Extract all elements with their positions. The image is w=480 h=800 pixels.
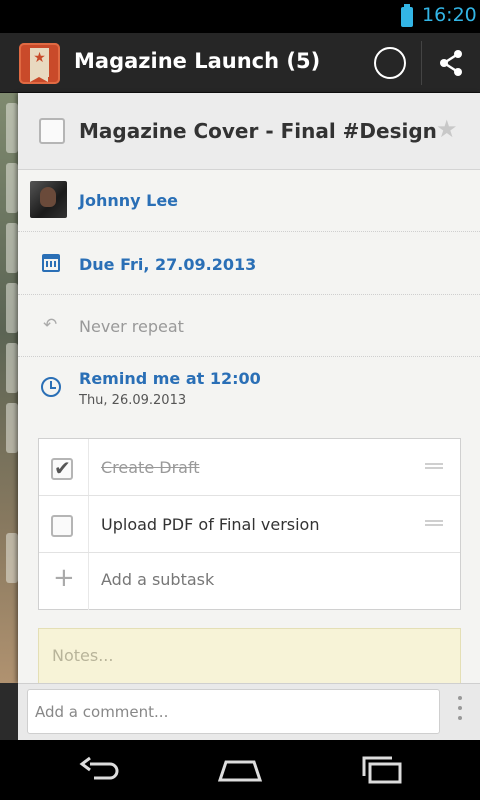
drag-handle-icon[interactable]	[425, 520, 443, 526]
calendar-icon	[42, 254, 60, 272]
reminder-date: Thu, 26.09.2013	[79, 393, 187, 408]
task-detail-panel: Magazine Cover - Final #Design ★ Johnny …	[18, 93, 480, 683]
comment-bar-edge	[0, 683, 18, 740]
share-icon[interactable]	[437, 49, 465, 77]
repeat-row[interactable]: ↶ Never repeat	[18, 295, 480, 357]
notes-field[interactable]: Notes...	[38, 628, 461, 683]
subtask-list: Create Draft Upload PDF of Final version…	[38, 438, 461, 610]
sync-icon[interactable]	[374, 47, 406, 79]
reminder-label: Remind me at 12:00	[79, 369, 261, 388]
app-logo-icon[interactable]: ★	[19, 43, 60, 84]
navigation-bar	[0, 740, 480, 800]
task-header: Magazine Cover - Final #Design ★	[18, 93, 480, 170]
add-subtask-row[interactable]: + Add a subtask	[39, 553, 460, 610]
reminder-row[interactable]: Remind me at 12:00 Thu, 26.09.2013	[18, 357, 480, 420]
plus-icon[interactable]: +	[53, 563, 75, 593]
assignee-row[interactable]: Johnny Lee	[18, 170, 480, 232]
recent-apps-icon[interactable]	[358, 754, 406, 786]
assignee-name: Johnny Lee	[79, 191, 179, 210]
comment-bar	[18, 683, 480, 740]
home-icon[interactable]	[216, 754, 264, 786]
notes-placeholder: Notes...	[52, 646, 114, 665]
comment-input[interactable]	[27, 689, 440, 734]
subtask-checkbox[interactable]	[51, 456, 73, 480]
back-icon[interactable]	[76, 754, 124, 786]
task-title[interactable]: Magazine Cover - Final #Design	[79, 119, 437, 143]
status-clock: 16:20	[422, 4, 477, 26]
repeat-icon: ↶	[43, 315, 58, 335]
action-divider	[421, 41, 422, 85]
star-icon[interactable]: ★	[436, 115, 458, 143]
due-date-row[interactable]: Due Fri, 27.09.2013	[18, 232, 480, 295]
status-bar: 16:20	[0, 0, 480, 33]
battery-icon	[401, 4, 413, 27]
overflow-menu-icon[interactable]	[455, 696, 465, 728]
due-date-label: Due Fri, 27.09.2013	[79, 255, 257, 274]
task-complete-checkbox[interactable]	[39, 118, 65, 144]
action-bar: ★ Magazine Launch (5)	[0, 33, 480, 93]
subtask-label[interactable]: Upload PDF of Final version	[101, 515, 319, 534]
subtask-checkbox[interactable]	[51, 515, 73, 537]
add-subtask-label[interactable]: Add a subtask	[101, 570, 214, 589]
alarm-clock-icon	[41, 377, 61, 397]
avatar	[30, 181, 67, 218]
subtask-item[interactable]: Upload PDF of Final version	[39, 496, 460, 553]
subtask-label[interactable]: Create Draft	[101, 458, 200, 477]
list-title[interactable]: Magazine Launch (5)	[74, 49, 320, 73]
repeat-label: Never repeat	[79, 317, 184, 336]
subtask-item[interactable]: Create Draft	[39, 439, 460, 496]
drag-handle-icon[interactable]	[425, 463, 443, 469]
